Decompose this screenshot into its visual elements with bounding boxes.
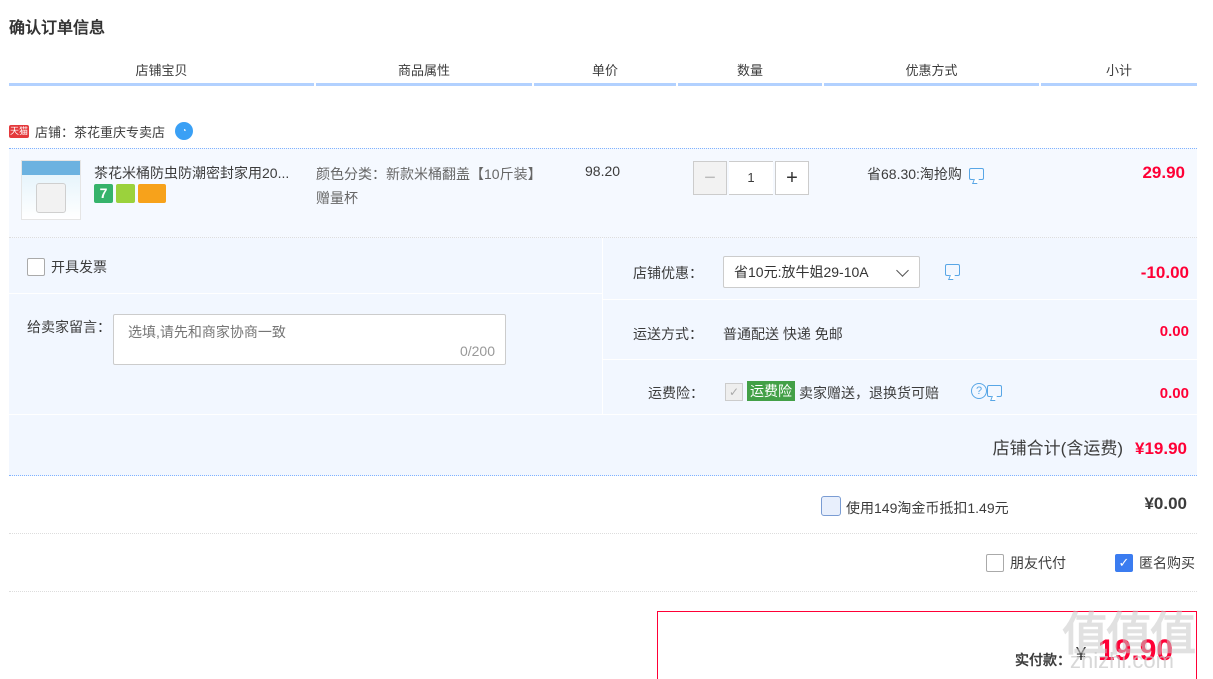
friend-pay-checkbox[interactable] [986,554,1004,572]
shop-total: 店铺合计(含运费) ¥19.90 [993,434,1187,459]
header-discount: 优惠方式 [824,60,1039,86]
friend-pay-option[interactable]: 朋友代付 [986,553,1066,573]
order-item-row: 茶花米桶防虫防潮密封家用20... 7 颜色分类：新款米桶翻盖【10斤装】赠量杯… [9,148,1197,238]
service-badges: 7 [94,184,166,203]
invoice-checkbox[interactable] [27,258,45,276]
shop-total-amount: ¥19.90 [1135,439,1187,458]
shipping-method: 普通配送 快递 免邮 [723,326,843,342]
product-attributes: 颜色分类：新款米桶翻盖【10斤装】赠量杯 [316,166,535,206]
order-options-panel: 开具发票 给卖家留言： 0/200 店铺优惠： 省10元:放牛姐29-10A -… [9,238,1197,476]
shop-coupon-value: 省10元:放牛姐29-10A [734,264,869,280]
invoice-option[interactable]: 开具发票 [27,257,107,277]
product-thumbnail[interactable] [21,160,81,220]
shop-total-label: 店铺合计(含运费) [992,439,1123,458]
quantity-increase-button[interactable]: + [775,161,809,195]
help-question-icon[interactable]: ? [971,383,987,399]
header-unit-price: 单价 [534,60,676,86]
taojinbi-checkbox[interactable] [821,496,841,516]
header-shop-item: 店铺宝贝 [9,60,314,86]
shop-name[interactable]: 店铺：茶花重庆专卖店 [35,122,165,141]
taojinbi-text: 使用149淘金币抵扣1.49元 [846,500,1009,516]
friend-pay-label: 朋友代付 [1010,555,1066,571]
insurance-comment-icon[interactable] [986,385,1002,397]
shop-row: 天猫 店铺：茶花重庆专卖店 ◔ [9,120,194,142]
anonymous-purchase-option[interactable]: ✓ 匿名购买 [1115,553,1195,573]
seller-message-input[interactable] [114,315,505,364]
taojinbi-row: 使用149淘金币抵扣1.49元 ¥0.00 [9,478,1197,534]
insurance-amount: 0.00 [1159,385,1189,402]
quantity-input[interactable]: 1 [729,161,773,195]
message-label: 给卖家留言： [27,319,111,335]
message-char-count: 0/200 [459,343,495,359]
payment-options-row: 朋友代付 ✓ 匿名购买 [9,535,1197,592]
credit-card-icon[interactable] [138,184,166,203]
column-headers: 店铺宝贝 商品属性 单价 数量 优惠方式 小计 [9,60,1197,86]
comment-icon[interactable] [968,168,984,180]
tmall-icon: 天猫 [9,124,29,138]
unit-price: 98.20 [585,163,621,179]
insurance-checkbox: ✓ [725,383,743,401]
item-discount-text: 省68.30:淘抢购 [867,166,962,182]
item-discount: 省68.30:淘抢购 [867,164,984,184]
product-name-link[interactable]: 茶花米桶防虫防潮密封家用20... [94,163,304,183]
guarantee-icon[interactable] [116,184,135,203]
quantity-stepper: − 1 + [693,161,809,195]
shop-coupon-select[interactable]: 省10元:放牛姐29-10A [723,256,920,288]
watermark-text: zhizhi.com [1070,648,1174,673]
anonymous-purchase-checkbox[interactable]: ✓ [1115,554,1133,572]
shop-coupon-amount: -10.00 [1140,263,1189,282]
shipping-label: 运送方式： [633,326,703,342]
page-title: 确认订单信息 [9,20,106,37]
insurance-label: 运费险： [648,385,704,401]
taojinbi-amount: ¥0.00 [1144,494,1187,513]
seven-day-return-icon[interactable]: 7 [94,184,113,203]
message-box: 0/200 [113,314,506,365]
chevron-down-icon [896,264,909,277]
anonymous-purchase-label: 匿名购买 [1139,555,1195,571]
item-subtotal: 29.90 [1142,163,1185,182]
invoice-label: 开具发票 [51,259,107,275]
wangwang-chat-icon[interactable]: ◔ [175,122,194,140]
quantity-decrease-button[interactable]: − [693,161,727,195]
insurance-tag: 运费险 [747,381,795,401]
header-attributes: 商品属性 [316,60,532,86]
shipping-amount: 0.00 [1159,323,1189,340]
header-subtotal: 小计 [1041,60,1197,86]
coupon-comment-icon[interactable] [945,264,960,276]
header-quantity: 数量 [678,60,822,86]
shop-coupon-label: 店铺优惠： [633,265,703,281]
insurance-text: 卖家赠送，退换货可赔 [799,385,939,401]
